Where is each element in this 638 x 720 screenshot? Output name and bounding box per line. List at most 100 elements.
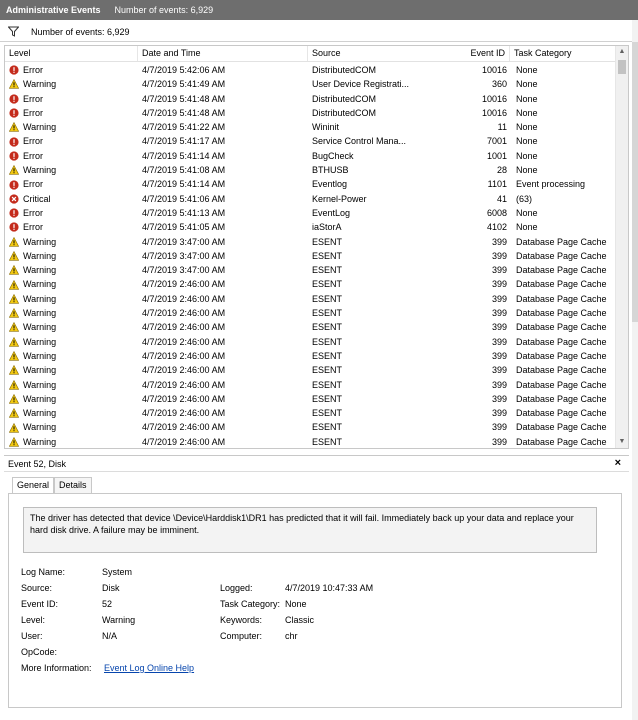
cell-date: 4/7/2019 2:46:00 AM bbox=[142, 393, 226, 404]
cell-source: ESENT bbox=[312, 265, 343, 276]
cell-task-category: None bbox=[516, 107, 538, 118]
cell-task-category: Database Page Cache bbox=[516, 279, 607, 290]
cell-level: Error bbox=[9, 92, 135, 106]
filter-event-count: Number of events: 6,929 bbox=[31, 26, 130, 37]
cell-level: Warning bbox=[9, 320, 135, 334]
level-text: Warning bbox=[23, 79, 57, 90]
cell-task-category: None bbox=[516, 79, 538, 90]
cell-task-category: None bbox=[516, 222, 538, 233]
cell-date: 4/7/2019 2:46:00 AM bbox=[142, 422, 226, 433]
pane-scroll-thumb[interactable] bbox=[632, 42, 638, 322]
list-scrollbar[interactable]: ▲ ▼ bbox=[615, 46, 628, 448]
cell-level: Error bbox=[9, 177, 135, 191]
cell-source: Eventlog bbox=[312, 179, 348, 190]
table-row[interactable]: Error 4/7/2019 5:42:06 AM DistributedCOM 10… bbox=[5, 63, 616, 77]
label-computer: Computer: bbox=[220, 631, 263, 641]
cell-level: Warning bbox=[9, 292, 135, 306]
filter-icon[interactable] bbox=[7, 26, 20, 37]
table-row[interactable]: Warning 4/7/2019 2:46:00 AM ESENT 399 Databa… bbox=[5, 435, 616, 448]
cell-task-category: None bbox=[516, 65, 538, 75]
warning-icon bbox=[9, 322, 19, 333]
table-row[interactable]: Error 4/7/2019 5:41:14 AM Eventlog 1101 Even… bbox=[5, 177, 616, 191]
column-header-source[interactable]: Source bbox=[308, 46, 428, 61]
table-row[interactable]: Error 4/7/2019 5:41:48 AM DistributedCOM 10… bbox=[5, 106, 616, 120]
table-row[interactable]: Warning 4/7/2019 3:47:00 AM ESENT 399 Databa… bbox=[5, 263, 616, 277]
table-row[interactable]: Error 4/7/2019 5:41:48 AM DistributedCOM 10… bbox=[5, 92, 616, 106]
cell-date: 4/7/2019 2:46:00 AM bbox=[142, 365, 226, 376]
scroll-up-arrow-icon[interactable]: ▲ bbox=[616, 46, 628, 58]
table-row[interactable]: Warning 4/7/2019 2:46:00 AM ESENT 399 Databa… bbox=[5, 349, 616, 363]
scroll-thumb[interactable] bbox=[618, 60, 626, 74]
level-text: Warning bbox=[23, 422, 57, 433]
cell-event-id: 399 bbox=[491, 436, 507, 447]
table-row[interactable]: Warning 4/7/2019 3:47:00 AM ESENT 399 Databa… bbox=[5, 249, 616, 263]
cell-source: BTHUSB bbox=[312, 165, 349, 176]
cell-event-id: 10016 bbox=[481, 107, 507, 118]
table-row[interactable]: Error 4/7/2019 5:41:13 AM EventLog 6008 None bbox=[5, 206, 616, 220]
cell-level: Warning bbox=[9, 263, 135, 277]
table-row[interactable]: Warning 4/7/2019 2:46:00 AM ESENT 399 Databa… bbox=[5, 392, 616, 406]
table-row[interactable]: Warning 4/7/2019 2:46:00 AM ESENT 399 Databa… bbox=[5, 277, 616, 291]
cell-task-category: Database Page Cache bbox=[516, 350, 607, 361]
cell-date: 4/7/2019 5:41:17 AM bbox=[142, 136, 226, 147]
cell-date: 4/7/2019 5:41:06 AM bbox=[142, 193, 226, 204]
cell-task-category: Database Page Cache bbox=[516, 265, 607, 276]
event-log-online-help-link[interactable]: Event Log Online Help bbox=[104, 663, 194, 673]
cell-source: ESENT bbox=[312, 365, 343, 376]
level-text: Error bbox=[23, 179, 43, 190]
table-row[interactable]: Warning 4/7/2019 2:46:00 AM ESENT 399 Databa… bbox=[5, 378, 616, 392]
table-row[interactable]: Warning 4/7/2019 2:46:00 AM ESENT 399 Databa… bbox=[5, 320, 616, 334]
warning-icon bbox=[9, 436, 19, 447]
column-header-date[interactable]: Date and Time bbox=[138, 46, 308, 61]
warning-icon bbox=[9, 393, 19, 404]
cell-level: Error bbox=[9, 149, 135, 163]
table-row[interactable]: Warning 4/7/2019 2:46:00 AM ESENT 399 Databa… bbox=[5, 363, 616, 377]
scroll-down-arrow-icon[interactable]: ▼ bbox=[616, 436, 628, 448]
title-event-count: Number of events: 6,929 bbox=[114, 5, 214, 15]
cell-task-category: None bbox=[516, 165, 538, 176]
level-text: Warning bbox=[23, 408, 57, 419]
error-icon bbox=[9, 208, 19, 218]
table-row[interactable]: Error 4/7/2019 5:41:05 AM iaStorA 4102 None bbox=[5, 220, 616, 234]
cell-source: ESENT bbox=[312, 393, 343, 404]
tab-details[interactable]: Details bbox=[54, 477, 92, 493]
level-text: Error bbox=[23, 107, 43, 118]
table-row[interactable]: Warning 4/7/2019 2:46:00 AM ESENT 399 Databa… bbox=[5, 420, 616, 434]
table-row[interactable]: Warning 4/7/2019 5:41:08 AM BTHUSB 28 None bbox=[5, 163, 616, 177]
value-level: Warning bbox=[102, 615, 136, 625]
table-row[interactable]: Warning 4/7/2019 5:41:49 AM User Device Re… bbox=[5, 77, 616, 91]
cell-source: EventLog bbox=[312, 207, 351, 218]
error-icon bbox=[9, 94, 19, 104]
tab-general[interactable]: General bbox=[12, 477, 55, 494]
table-row[interactable]: Warning 4/7/2019 5:41:22 AM Wininit 11 None bbox=[5, 120, 616, 134]
cell-source: ESENT bbox=[312, 250, 343, 261]
table-row[interactable]: Error 4/7/2019 5:41:17 AM Service Control … bbox=[5, 134, 616, 148]
close-icon[interactable]: × bbox=[615, 457, 621, 469]
table-row[interactable]: Warning 4/7/2019 2:46:00 AM ESENT 399 Databa… bbox=[5, 335, 616, 349]
cell-event-id: 399 bbox=[491, 322, 507, 333]
table-row[interactable]: Warning 4/7/2019 3:47:00 AM ESENT 399 Databa… bbox=[5, 235, 616, 249]
value-source: Disk bbox=[102, 583, 120, 593]
table-row[interactable]: Error 4/7/2019 5:41:14 AM BugCheck 1001 None bbox=[5, 149, 616, 163]
cell-task-category: Event processing bbox=[516, 179, 586, 190]
warning-icon bbox=[9, 379, 19, 390]
cell-task-category: None bbox=[516, 136, 538, 147]
events-list[interactable]: Level Date and Time Event ID Source Task… bbox=[4, 45, 629, 449]
level-text: Warning bbox=[23, 165, 57, 176]
cell-source: Service Control Mana... bbox=[312, 136, 407, 147]
cell-task-category: None bbox=[516, 122, 538, 133]
table-row[interactable]: Warning 4/7/2019 2:46:00 AM ESENT 399 Databa… bbox=[5, 292, 616, 306]
event-detail-header: Event 52, Disk × bbox=[4, 455, 629, 472]
column-header-level[interactable]: Level bbox=[5, 46, 138, 61]
pane-scrollbar[interactable] bbox=[632, 20, 638, 720]
level-text: Warning bbox=[23, 350, 57, 361]
cell-event-id: 41 bbox=[496, 193, 507, 204]
event-description[interactable]: The driver has detected that device \Dev… bbox=[23, 507, 597, 553]
column-header-task-category[interactable]: Task Category bbox=[510, 46, 616, 61]
table-row[interactable]: Warning 4/7/2019 2:46:00 AM ESENT 399 Databa… bbox=[5, 306, 616, 320]
cell-source: ESENT bbox=[312, 436, 343, 447]
table-row[interactable]: Critical 4/7/2019 5:41:06 AM Kernel-Power 4… bbox=[5, 192, 616, 206]
cell-level: Error bbox=[9, 220, 135, 234]
table-row[interactable]: Warning 4/7/2019 2:46:00 AM ESENT 399 Databa… bbox=[5, 406, 616, 420]
cell-date: 4/7/2019 3:47:00 AM bbox=[142, 236, 226, 247]
